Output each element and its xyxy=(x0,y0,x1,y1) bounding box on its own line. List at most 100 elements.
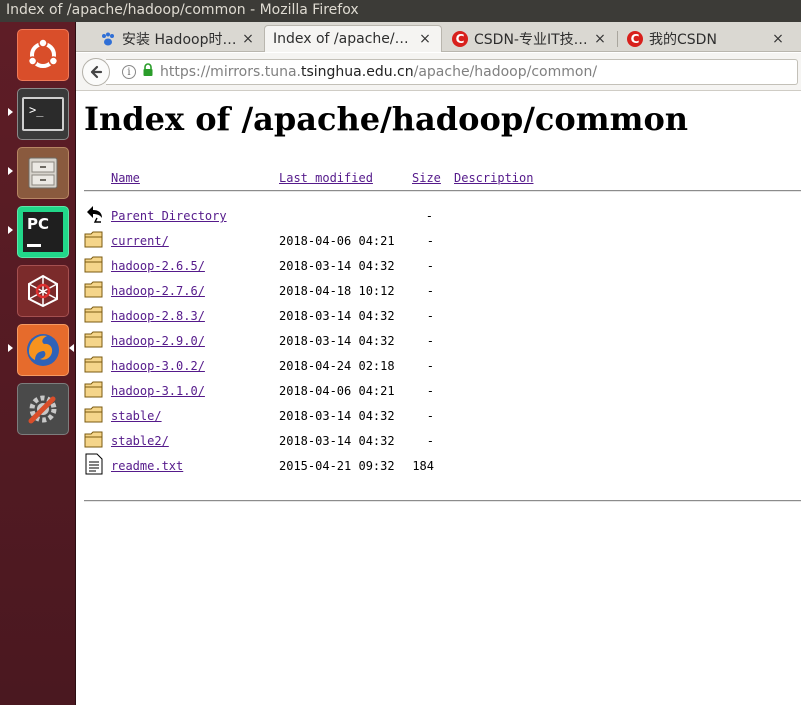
info-icon[interactable]: i xyxy=(122,65,136,79)
entry-size: - xyxy=(426,234,434,248)
folder-icon xyxy=(84,406,103,423)
pycharm-button[interactable]: PC xyxy=(17,206,69,258)
url-path: /apache/hadoop/common/ xyxy=(413,64,598,80)
column-header-size[interactable]: Size xyxy=(412,171,441,185)
entry-size: - xyxy=(426,384,434,398)
entry-link[interactable]: hadoop-3.1.0/ xyxy=(111,384,205,398)
entry-date: 2018-03-14 04:32 xyxy=(279,259,395,273)
entry-link[interactable]: hadoop-2.9.0/ xyxy=(111,334,205,348)
folder-icon xyxy=(84,356,103,373)
lock-icon xyxy=(142,63,154,81)
launcher: >_ PC xyxy=(0,22,76,705)
directory-row: current/2018-04-06 04:21 - xyxy=(84,228,801,253)
entry-date: 2015-04-21 09:32 xyxy=(279,459,395,473)
tab-label: 安装 Hadoop时… xyxy=(122,31,237,48)
system-settings-icon xyxy=(28,395,57,424)
entry-date: 2018-03-14 04:32 xyxy=(279,334,395,348)
focused-indicator xyxy=(69,344,74,352)
csdn-icon: C xyxy=(627,30,643,47)
tab-label: CSDN-专业IT技… xyxy=(474,31,588,48)
close-icon[interactable]: × xyxy=(592,31,608,47)
window-title-bar: Index of /apache/hadoop/common - Mozilla… xyxy=(0,0,801,22)
entry-link[interactable]: stable/ xyxy=(111,409,162,423)
back-button[interactable] xyxy=(82,58,110,86)
entry-date: 2018-04-06 04:21 xyxy=(279,384,395,398)
running-indicator xyxy=(8,226,13,234)
directory-row: hadoop-2.6.5/2018-03-14 04:32 - xyxy=(84,253,801,278)
column-header-description[interactable]: Description xyxy=(454,171,533,185)
back-arrow-icon xyxy=(87,206,102,223)
arrow-left-icon xyxy=(90,65,103,79)
tab-csdn-home[interactable]: C CSDN-专业IT技… × xyxy=(444,25,616,52)
file-manager-button[interactable] xyxy=(17,147,69,199)
directory-row: readme.txt 2015-04-21 09:32 184 xyxy=(84,453,801,478)
directory-row: hadoop-3.1.0/2018-04-06 04:21 - xyxy=(84,378,801,403)
column-header-last-modified[interactable]: Last modified xyxy=(279,171,373,185)
network-app-button[interactable] xyxy=(17,265,69,317)
entry-date: 2018-03-14 04:32 xyxy=(279,309,395,323)
entry-link[interactable]: hadoop-3.0.2/ xyxy=(111,359,205,373)
terminal-icon: >_ xyxy=(22,97,64,131)
tab-separator xyxy=(617,31,618,47)
folder-icon xyxy=(84,331,103,348)
pycharm-label: PC xyxy=(27,215,50,233)
terminal-prompt: >_ xyxy=(29,103,44,117)
csdn-icon: C xyxy=(452,30,468,47)
directory-row: hadoop-2.8.3/2018-03-14 04:32 - xyxy=(84,303,801,328)
tab-index-of-common[interactable]: Index of /apache/… × xyxy=(264,25,442,52)
running-indicator xyxy=(8,344,13,352)
running-indicator xyxy=(8,108,13,116)
entry-link[interactable]: hadoop-2.7.6/ xyxy=(111,284,205,298)
column-header-name[interactable]: Name xyxy=(111,171,140,185)
pycharm-icon: PC xyxy=(23,212,63,252)
close-icon[interactable]: × xyxy=(240,31,256,47)
entry-date: 2018-03-14 04:32 xyxy=(279,409,395,423)
text-file-icon xyxy=(85,453,103,475)
folder-icon xyxy=(84,231,103,248)
paw-icon xyxy=(100,31,116,47)
url-bar[interactable]: i https://mirrors.tuna.tsinghua.edu.cn/a… xyxy=(106,59,798,85)
entry-size: - xyxy=(426,334,434,348)
divider xyxy=(84,190,801,192)
tab-my-csdn[interactable]: C 我的CSDN × xyxy=(619,25,794,52)
firefox-icon xyxy=(27,334,59,366)
entry-link[interactable]: hadoop-2.6.5/ xyxy=(111,259,205,273)
navigation-bar: i https://mirrors.tuna.tsinghua.edu.cn/a… xyxy=(76,53,801,91)
network-app-icon xyxy=(28,274,58,308)
tab-label: Index of /apache/… xyxy=(273,31,409,47)
url-prefix: https://mirrors.tuna. xyxy=(160,64,301,80)
entry-link[interactable]: current/ xyxy=(111,234,169,248)
directory-row: hadoop-2.7.6/2018-04-18 10:12 - xyxy=(84,278,801,303)
entry-date: 2018-04-06 04:21 xyxy=(279,234,395,248)
page-content: Index of /apache/hadoop/common Name Last… xyxy=(76,92,801,705)
directory-row: stable2/2018-03-14 04:32 - xyxy=(84,428,801,453)
close-icon[interactable]: × xyxy=(417,31,433,47)
folder-icon xyxy=(84,381,103,398)
directory-row: hadoop-2.9.0/2018-03-14 04:32 - xyxy=(84,328,801,353)
browser-window: 安装 Hadoop时… × Index of /apache/… × C CSD… xyxy=(76,22,801,705)
firefox-button[interactable] xyxy=(17,324,69,376)
directory-row: hadoop-3.0.2/2018-04-24 02:18 - xyxy=(84,353,801,378)
folder-icon xyxy=(84,431,103,448)
close-icon[interactable]: × xyxy=(770,31,786,47)
entry-size: - xyxy=(426,359,434,373)
entry-link[interactable]: readme.txt xyxy=(111,459,183,473)
entry-size: - xyxy=(426,409,434,423)
entry-size: 184 xyxy=(412,459,434,473)
entry-size: - xyxy=(425,209,433,223)
terminal-button[interactable]: >_ xyxy=(17,88,69,140)
entry-link[interactable]: hadoop-2.8.3/ xyxy=(111,309,205,323)
folder-icon xyxy=(84,281,103,298)
csdn-letter: C xyxy=(455,31,465,46)
tab-hadoop-install[interactable]: 安装 Hadoop时… × xyxy=(92,25,264,52)
folder-icon xyxy=(84,256,103,273)
page-title: Index of /apache/hadoop/common xyxy=(84,100,689,138)
ubuntu-dash-button[interactable] xyxy=(17,29,69,81)
entry-link[interactable]: stable2/ xyxy=(111,434,169,448)
divider xyxy=(84,500,801,502)
entry-size: - xyxy=(426,434,434,448)
system-settings-button[interactable] xyxy=(17,383,69,435)
entry-size: - xyxy=(426,309,434,323)
parent-directory-link[interactable]: Parent Directory xyxy=(111,209,227,223)
directory-row: stable/2018-03-14 04:32 - xyxy=(84,403,801,428)
